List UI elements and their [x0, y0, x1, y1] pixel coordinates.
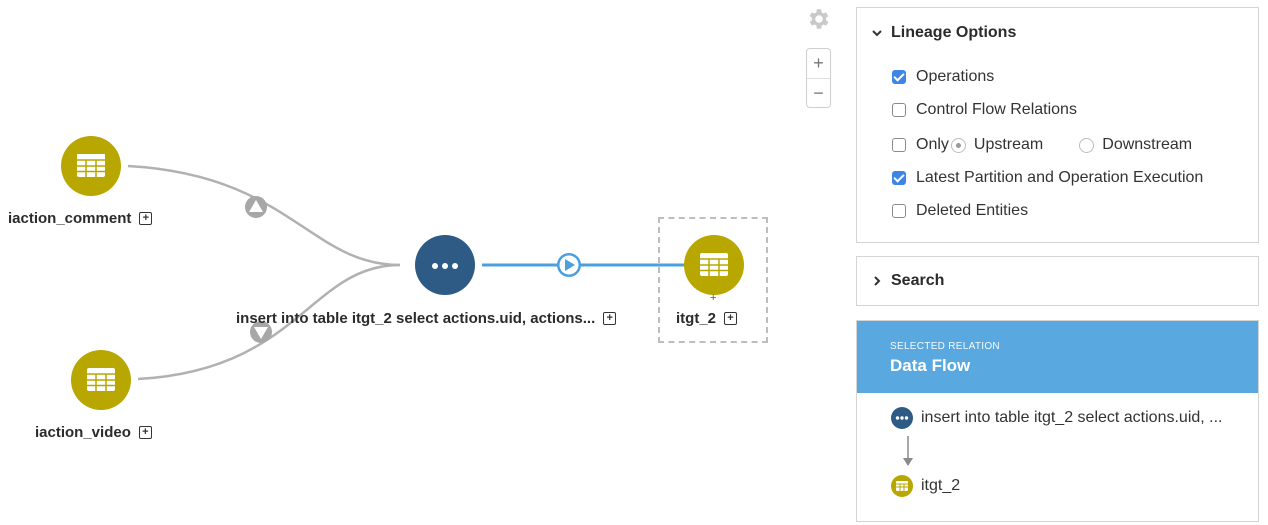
node-label-text: insert into table itgt_2 select actions.… — [236, 310, 596, 327]
node-iaction-video[interactable] — [71, 350, 131, 410]
option-only[interactable]: Only Upstream Downstream — [892, 136, 1192, 154]
search-panel: Search — [856, 256, 1259, 306]
upstream-radio[interactable] — [950, 137, 966, 153]
operations-label: Operations — [916, 68, 995, 85]
gear-icon[interactable] — [806, 6, 832, 32]
node-expand-hint[interactable]: + — [710, 292, 716, 304]
deleted-entities-label: Deleted Entities — [916, 202, 1029, 219]
relation-source-item[interactable]: insert into table itgt_2 select actions.… — [891, 407, 1223, 429]
expand-plus-icon[interactable] — [603, 312, 617, 325]
node-label-iaction-comment: iaction_comment — [8, 210, 153, 227]
lineage-options-title: Lineage Options — [891, 24, 1017, 41]
node-label-iaction-video: iaction_video — [35, 424, 152, 441]
selected-relation-header: SELECTED RELATION Data Flow — [857, 321, 1258, 393]
node-iaction-comment[interactable] — [61, 136, 121, 196]
zoom-controls: + − — [806, 48, 831, 108]
option-deleted-entities[interactable]: Deleted Entities — [892, 202, 1028, 220]
node-label-itgt-2: itgt_2 — [676, 310, 738, 327]
option-control-flow[interactable]: Control Flow Relations — [892, 101, 1077, 119]
only-checkbox[interactable] — [892, 138, 906, 152]
zoom-out-button[interactable]: − — [807, 79, 830, 108]
zoom-in-button[interactable]: + — [807, 49, 830, 79]
search-title: Search — [891, 272, 945, 289]
relation-target-item[interactable]: itgt_2 — [891, 475, 960, 497]
chevron-down-icon — [872, 30, 882, 37]
arrow-down-icon — [903, 436, 913, 466]
more-dots-icon — [432, 263, 458, 269]
upstream-label: Upstream — [973, 136, 1044, 153]
latest-partition-label: Latest Partition and Operation Execution — [916, 169, 1204, 186]
expand-plus-icon[interactable] — [724, 312, 738, 325]
node-label-text: iaction_comment — [8, 210, 132, 227]
edge-marker-up-icon[interactable] — [245, 196, 267, 218]
downstream-label: Downstream — [1102, 136, 1193, 153]
table-icon — [87, 368, 115, 391]
edge-marker-play-icon[interactable] — [557, 253, 581, 277]
node-label-process: insert into table itgt_2 select actions.… — [236, 310, 617, 327]
node-label-text: itgt_2 — [676, 310, 717, 327]
lineage-options-panel: Lineage Options Operations Control Flow … — [856, 7, 1259, 243]
relation-source-label: insert into table itgt_2 select actions.… — [921, 409, 1223, 426]
edge-comment-to-process[interactable] — [127, 164, 401, 267]
search-header[interactable]: Search — [857, 257, 1258, 305]
downstream-radio[interactable] — [1079, 137, 1095, 153]
chevron-right-icon — [874, 276, 881, 286]
expand-plus-icon[interactable] — [139, 212, 153, 225]
process-node-icon — [891, 407, 913, 429]
operations-checkbox[interactable] — [892, 70, 906, 84]
table-icon — [77, 154, 105, 177]
selected-relation-panel: SELECTED RELATION Data Flow insert into … — [856, 320, 1259, 522]
only-label: Only — [916, 136, 949, 153]
selected-relation-title: Data Flow — [890, 356, 971, 375]
relation-target-label: itgt_2 — [921, 477, 961, 494]
lineage-options-header[interactable]: Lineage Options — [857, 8, 1258, 58]
expand-plus-icon[interactable] — [138, 426, 152, 439]
lineage-graph-canvas[interactable]: + iaction_comment iaction_video insert i… — [0, 0, 800, 525]
latest-partition-checkbox[interactable] — [892, 171, 906, 185]
option-latest-partition[interactable]: Latest Partition and Operation Execution — [892, 169, 1203, 187]
table-node-icon — [891, 475, 913, 497]
control-flow-checkbox[interactable] — [892, 103, 906, 117]
deleted-entities-checkbox[interactable] — [892, 204, 906, 218]
selected-relation-caption: SELECTED RELATION — [890, 341, 1000, 352]
option-operations[interactable]: Operations — [892, 68, 994, 86]
node-process-insert[interactable] — [415, 235, 475, 295]
node-label-text: iaction_video — [35, 424, 131, 441]
control-flow-label: Control Flow Relations — [916, 101, 1077, 118]
